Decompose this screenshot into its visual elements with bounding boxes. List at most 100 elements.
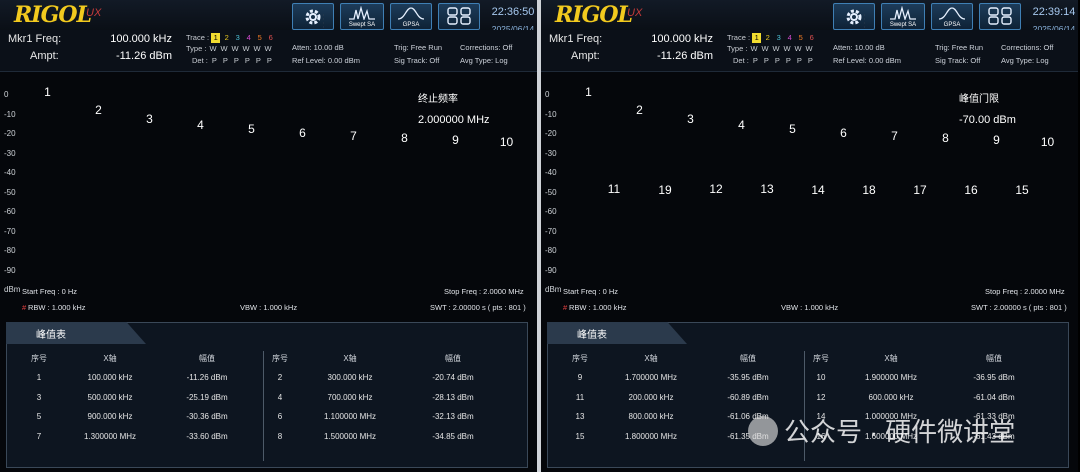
table-cell: 500.000 kHz xyxy=(87,392,133,402)
start-freq[interactable]: Start Freq : 0 Hz xyxy=(22,287,77,296)
y-tick-label: -90 xyxy=(545,265,557,275)
trace-num-4[interactable]: 4 xyxy=(244,33,253,43)
gpsa-icon xyxy=(397,7,425,20)
spectrum-plot[interactable]: 0 -10 -20 -30 -40 -50 -60 -70 -80 -90 dBm 峰值门限 -70.0… xyxy=(541,72,1078,294)
type-val: W xyxy=(794,44,802,53)
table-cell: 12 xyxy=(816,392,826,402)
peak-label: 4 xyxy=(197,117,204,132)
table-cell: -61.04 dBm xyxy=(973,392,1015,402)
layout-button[interactable] xyxy=(979,3,1021,30)
y-tick-label: -30 xyxy=(545,148,557,158)
swept-sa-button[interactable]: Swept SA xyxy=(340,3,384,30)
trace-num-2[interactable]: 2 xyxy=(222,33,231,43)
det-label: Det : xyxy=(192,56,208,65)
table-cell: -34.85 dBm xyxy=(432,431,474,441)
swept-sa-button[interactable]: Swept SA xyxy=(881,3,925,30)
trace-num-6[interactable]: 6 xyxy=(807,33,816,43)
swept-sa-button-label: Swept SA xyxy=(348,22,376,28)
table-header: X轴 xyxy=(884,354,898,363)
rbw-marker-icon: # xyxy=(563,303,568,312)
type-val: W xyxy=(772,44,780,53)
peak-label: 12 xyxy=(709,182,723,197)
trace-num-3[interactable]: 3 xyxy=(233,33,242,43)
vbw[interactable]: VBW : 1.000 kHz xyxy=(240,303,297,312)
layout-button[interactable] xyxy=(438,3,480,30)
type-val: W xyxy=(242,44,250,53)
sig-track-text: Sig Track: Off xyxy=(394,56,440,65)
y-tick-label: -60 xyxy=(4,207,16,216)
y-tick-label: -90 xyxy=(4,265,16,275)
det-val: P xyxy=(807,56,813,65)
annotation-value: -70.00 dBm xyxy=(959,114,1016,126)
table-cell: 700.000 kHz xyxy=(327,392,373,402)
top-bar: RIGOL UX Swept SA GPSA 22:39:14 2025/06/14 xyxy=(541,0,1078,34)
wechat-icon xyxy=(748,415,778,446)
trace-label: Trace : xyxy=(186,33,210,42)
gpsa-button-label: GPSA xyxy=(943,22,961,28)
trace-num-6[interactable]: 6 xyxy=(266,33,275,43)
type-val: W xyxy=(220,44,228,53)
y-tick-label: -20 xyxy=(4,129,16,138)
det-val: P xyxy=(774,56,780,65)
trace-num-2[interactable]: 2 xyxy=(763,33,772,43)
trace-num-1[interactable]: 1 xyxy=(211,33,221,43)
peak-table-tab[interactable]: 峰值表 xyxy=(6,322,146,344)
peak-label: 7 xyxy=(891,128,898,143)
trig-text: Trig: Free Run xyxy=(394,43,443,52)
table-cell: 6 xyxy=(277,412,283,421)
settings-button[interactable] xyxy=(833,3,875,30)
gpsa-button-label: GPSA xyxy=(402,22,420,28)
gpsa-button[interactable]: GPSA xyxy=(931,3,973,30)
table-cell: -32.13 dBm xyxy=(432,412,474,421)
peak-label: 1 xyxy=(44,84,51,99)
table-cell: 200.000 kHz xyxy=(628,392,674,402)
table-cell: -33.60 dBm xyxy=(186,431,228,441)
rbw[interactable]: RBW : 1.000 kHz xyxy=(569,303,627,312)
swt[interactable]: SWT : 2.00000 s ( pts : 801 ) xyxy=(971,303,1067,312)
det-val: P xyxy=(222,56,228,65)
peak-table-tab[interactable]: 峰值表 xyxy=(547,322,687,344)
trace-num-3[interactable]: 3 xyxy=(774,33,783,43)
brand-logo: RIGOL xyxy=(555,2,633,28)
rbw-marker-icon: # xyxy=(22,303,27,312)
table-header: 序号 xyxy=(572,354,588,363)
marker-freq-value: 100.000 kHz xyxy=(651,33,713,45)
spectrum-plot[interactable]: 0 -10 -20 -30 -40 -50 -60 -70 -80 -90 dBm 终止频率 2.000… xyxy=(0,72,537,294)
table-header: X轴 xyxy=(103,354,117,363)
gpsa-button[interactable]: GPSA xyxy=(390,3,432,30)
stop-freq[interactable]: Stop Freq : 2.0000 MHz xyxy=(985,287,1065,296)
peak-label: 6 xyxy=(840,125,847,140)
rbw[interactable]: RBW : 1.000 kHz xyxy=(28,303,86,312)
brand-sub: UX xyxy=(86,7,102,19)
det-val: P xyxy=(785,56,791,65)
peak-table-title: 峰值表 xyxy=(36,330,66,341)
y-tick-label: -50 xyxy=(545,187,557,197)
table-cell: 5 xyxy=(36,412,42,421)
peak-label: 2 xyxy=(636,103,643,118)
trace-num-5[interactable]: 5 xyxy=(796,33,805,43)
clock: 22:39:14 xyxy=(1032,6,1076,18)
y-tick-label: 0 xyxy=(4,90,9,99)
y-tick-label: -10 xyxy=(545,109,557,119)
trace-num-5[interactable]: 5 xyxy=(255,33,264,43)
start-freq[interactable]: Start Freq : 0 Hz xyxy=(563,287,618,296)
settings-button[interactable] xyxy=(292,3,334,30)
stop-freq[interactable]: Stop Freq : 2.0000 MHz xyxy=(444,287,524,296)
top-bar: RIGOL UX Swept SA GPSA 22:36:50 2025/06/14 xyxy=(0,0,537,34)
y-tick-label: -60 xyxy=(545,207,557,216)
y-tick-label: -20 xyxy=(545,129,557,138)
type-val: W xyxy=(253,44,261,53)
trace-num-1[interactable]: 1 xyxy=(752,33,762,43)
type-val: W xyxy=(805,44,813,53)
atten-text: Atten: 10.00 dB xyxy=(292,43,344,52)
y-tick-label: -50 xyxy=(4,187,16,197)
swt[interactable]: SWT : 2.00000 s ( pts : 801 ) xyxy=(430,303,526,312)
trace-num-4[interactable]: 4 xyxy=(785,33,794,43)
marker-freq-value: 100.000 kHz xyxy=(110,33,172,45)
table-header: 幅值 xyxy=(445,354,461,363)
table-cell: 900.000 kHz xyxy=(87,412,133,421)
table-cell: 1 xyxy=(36,373,42,382)
table-cell: 15 xyxy=(575,431,585,441)
peak-label: 5 xyxy=(248,122,255,137)
vbw[interactable]: VBW : 1.000 kHz xyxy=(781,303,838,312)
